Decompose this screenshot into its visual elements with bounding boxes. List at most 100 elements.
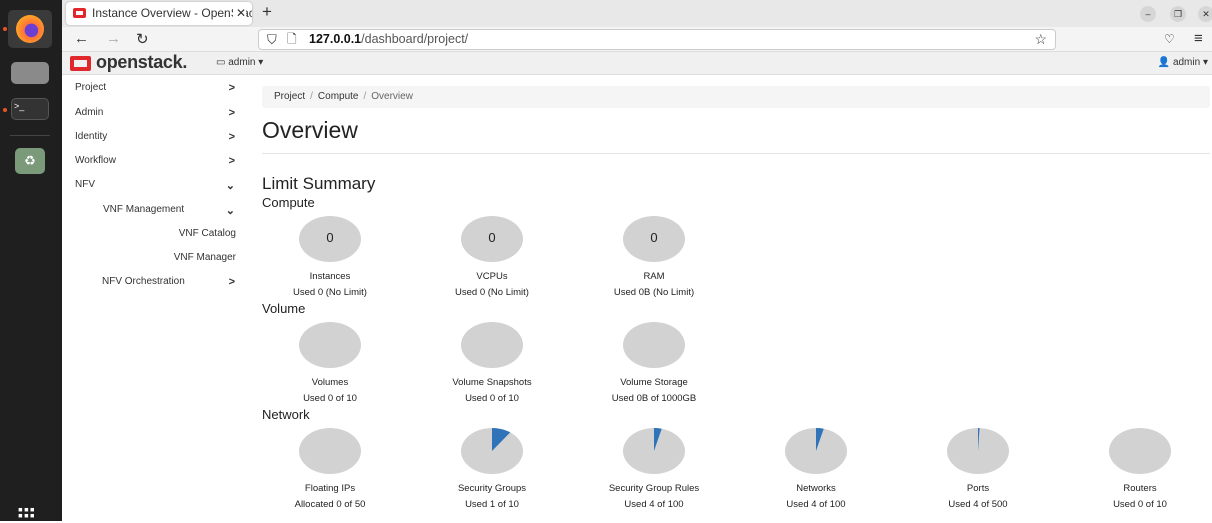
pocket-icon[interactable]: ♡: [1164, 32, 1175, 46]
pie-usage: Used 0B of 1000GB: [611, 393, 697, 404]
pie-graphic: [461, 428, 523, 474]
pie-usage: Used 0 (No Limit): [293, 287, 367, 298]
restore-icon[interactable]: ❐: [1170, 6, 1186, 22]
sidebar-item-workflow[interactable]: Workflow >: [75, 155, 245, 167]
label: VNF Management: [103, 204, 185, 215]
pie-chart-floating-ips: Floating IPs Allocated 0 of 50: [249, 428, 411, 510]
forward-icon[interactable]: →: [106, 30, 121, 47]
pie-label: VCPUs: [476, 271, 508, 282]
pie-usage: Used 4 of 500: [948, 499, 1008, 510]
pie-usage: Used 4 of 100: [624, 499, 684, 510]
label: Identity: [75, 131, 108, 142]
close-window-icon[interactable]: ✕: [1198, 6, 1212, 22]
pie-chart-security-groups: Security Groups Used 1 of 10: [411, 428, 573, 510]
sidebar-item-nfv[interactable]: NFV ⌄: [75, 179, 245, 192]
chevron-right-icon: >: [228, 82, 235, 94]
os-dock: >_ ♻ ▪▪▪ ▪▪▪: [0, 0, 62, 522]
pie-usage: Allocated 0 of 50: [294, 499, 366, 510]
sidebar-item-admin[interactable]: Admin >: [75, 107, 245, 119]
project-name: admin: [228, 57, 256, 68]
label: Workflow: [75, 155, 116, 166]
nav-bar: ← → ↻ ⛉ 🗋 127.0.0.1/dashboard/project/ ☆…: [62, 27, 1212, 52]
openstack-logo-icon[interactable]: [70, 56, 91, 71]
pie-graphic: [623, 428, 685, 474]
pie-usage: Used 0B (No Limit): [613, 287, 695, 298]
chevron-right-icon: >: [228, 155, 235, 167]
page-icon: 🗋: [287, 32, 297, 46]
pie-chart-volume-storage: Volume Storage Used 0B of 1000GB: [573, 322, 735, 404]
breadcrumb-compute[interactable]: Compute: [318, 91, 359, 102]
pie-background: [461, 322, 523, 368]
pie-label: Volumes: [311, 377, 349, 388]
pie-label: Networks: [796, 483, 836, 494]
breadcrumb-overview: Overview: [371, 91, 413, 102]
pie-usage: Used 0 of 10: [465, 393, 519, 404]
menu-icon[interactable]: ≡: [1194, 30, 1203, 47]
sidebar-item-vnf-management[interactable]: VNF Management ⌄: [103, 204, 245, 217]
trash-icon[interactable]: ♻: [15, 148, 45, 174]
user-menu[interactable]: 👤 admin ▾: [1158, 57, 1208, 68]
sidebar-item-vnf-manager[interactable]: VNF Manager: [174, 252, 236, 263]
firefox-icon[interactable]: [8, 10, 52, 48]
limit-summary-title: Limit Summary: [262, 174, 376, 193]
pie-label: Security Groups: [457, 483, 527, 494]
user-name: admin: [1172, 57, 1201, 68]
label: Project: [75, 82, 107, 93]
pie-chart-volume-snapshots: Volume Snapshots Used 0 of 10: [411, 322, 573, 404]
user-icon: 👤: [1157, 57, 1171, 68]
reload-icon[interactable]: ↻: [136, 30, 149, 48]
pie-graphic: [947, 428, 1009, 474]
label: Admin: [75, 107, 104, 118]
sidebar-item-project[interactable]: Project >: [75, 82, 245, 94]
url-host: 127.0.0.1: [309, 32, 362, 46]
pie-label: Instances: [309, 271, 351, 282]
pie-label: Security Group Rules: [608, 483, 700, 494]
url-bar[interactable]: ⛉ 🗋 127.0.0.1/dashboard/project/ ☆: [258, 29, 1056, 50]
running-indicator: [3, 27, 7, 31]
shield-icon[interactable]: ⛉: [267, 30, 277, 49]
chevron-down-icon: ⌄: [225, 205, 235, 217]
sidebar-item-vnf-catalog[interactable]: VNF Catalog: [179, 228, 236, 239]
pie-background: [623, 322, 685, 368]
pie-chart-instances: 0 Instances Used 0 (No Limit): [249, 216, 411, 298]
terminal-icon[interactable]: >_: [11, 98, 49, 120]
close-tab-icon[interactable]: ✕: [232, 2, 246, 25]
pie-chart-volumes: Volumes Used 0 of 10: [249, 322, 411, 404]
pie-label: Volume Snapshots: [452, 377, 532, 388]
app-grid-icon[interactable]: ▪▪▪ ▪▪▪: [18, 502, 36, 522]
files-icon[interactable]: [11, 62, 49, 84]
pie-graphic: [785, 428, 847, 474]
pie-chart-security-group-rules: Security Group Rules Used 4 of 100: [573, 428, 735, 510]
browser-tab[interactable]: Instance Overview - OpenStack Dashboard …: [66, 2, 252, 25]
chevron-down-icon: ⌄: [225, 180, 235, 192]
pie-label: Floating IPs: [304, 483, 356, 494]
openstack-logo-text[interactable]: openstack.: [96, 52, 187, 73]
pie-center-value: 0: [650, 230, 658, 245]
pie-chart-ports: Ports Used 4 of 500: [897, 428, 1059, 510]
pie-usage: Used 0 of 10: [303, 393, 357, 404]
pie-graphic: [461, 322, 523, 368]
section-title-volume: Volume: [262, 301, 306, 316]
pie-chart-ram: 0 RAM Used 0B (No Limit): [573, 216, 735, 298]
chevron-right-icon: >: [228, 131, 235, 143]
sidebar-item-identity[interactable]: Identity >: [75, 131, 245, 143]
divider: [262, 153, 1210, 154]
pie-graphic: [299, 322, 361, 368]
new-tab-icon[interactable]: +: [262, 2, 272, 22]
label: VNF Catalog: [178, 228, 236, 239]
bookmark-star-icon[interactable]: ☆: [1034, 30, 1047, 49]
pie-label: Volume Storage: [620, 377, 688, 388]
chevron-right-icon: >: [228, 107, 235, 119]
page-title: Overview: [262, 117, 358, 143]
back-icon[interactable]: ←: [74, 30, 89, 47]
sidebar-item-nfv-orchestration[interactable]: NFV Orchestration >: [102, 276, 245, 288]
pie-background: [299, 428, 361, 474]
project-selector[interactable]: ▭ admin ▾: [216, 57, 263, 68]
breadcrumb-project[interactable]: Project: [274, 91, 305, 102]
pie-chart-vcpus: 0 VCPUs Used 0 (No Limit): [411, 216, 573, 298]
pie-center-value: 0: [488, 230, 496, 245]
tab-title: Instance Overview - OpenStack Dashboard: [92, 6, 252, 20]
url-path: /dashboard/project/: [361, 32, 469, 46]
minimize-icon[interactable]: –: [1140, 6, 1156, 22]
sidebar: Project > Admin > Identity > Workflow > NFV ⌄…: [62, 75, 245, 521]
